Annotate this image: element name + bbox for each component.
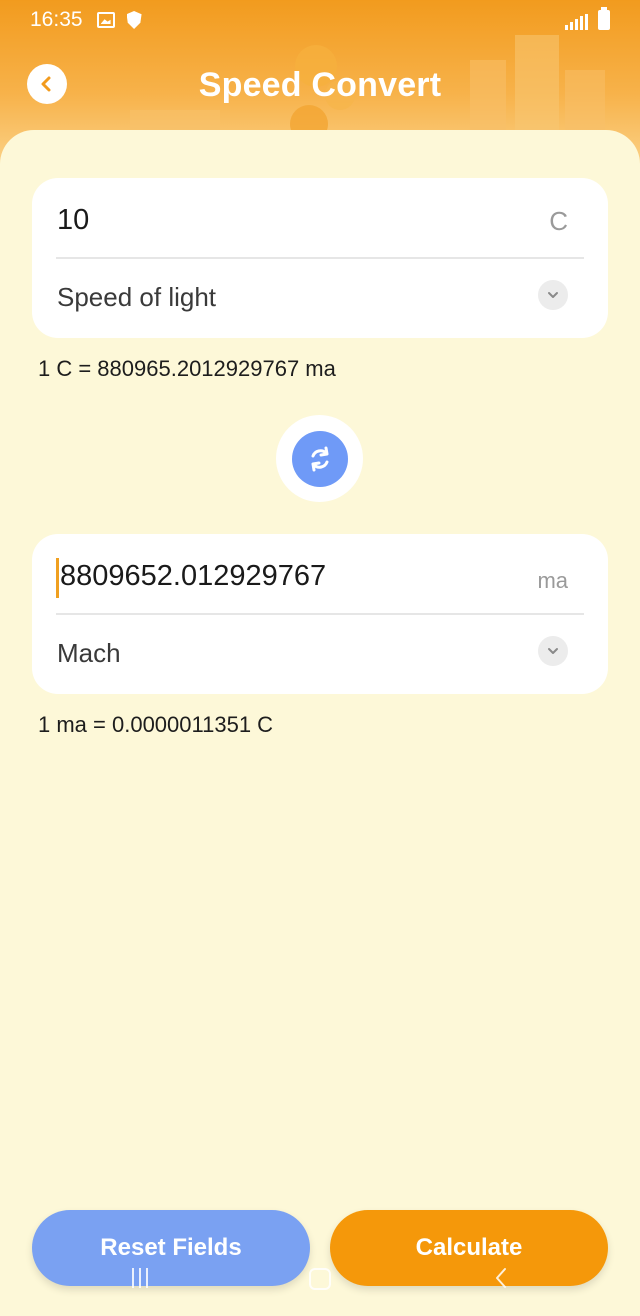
swap-button[interactable]: [276, 415, 363, 502]
shield-icon: [126, 11, 142, 29]
to-conversion-rate: 1 ma = 0.0000011351 C: [38, 712, 274, 737]
calculate-button[interactable]: Calculate: [330, 1210, 608, 1286]
text-cursor: [56, 558, 59, 598]
divider: [56, 257, 584, 259]
page-title: Speed Convert: [198, 66, 442, 104]
chevron-down-icon[interactable]: [538, 636, 568, 666]
reset-fields-button[interactable]: Reset Fields: [32, 1210, 310, 1286]
battery-icon: [598, 7, 610, 30]
signal-icon: [565, 14, 588, 30]
status-time: 16:35: [30, 8, 83, 31]
divider: [56, 613, 584, 615]
status-bar: 16:35: [0, 0, 640, 40]
from-value-input[interactable]: 10: [57, 204, 89, 237]
from-unit-select[interactable]: Speed of light: [57, 282, 216, 313]
to-unit-symbol: ma: [537, 568, 568, 593]
gallery-icon: [96, 12, 115, 28]
from-card: 10 C Speed of light: [32, 178, 608, 338]
swap-icon: [291, 430, 348, 487]
to-value-input[interactable]: 8809652.012929767: [60, 560, 326, 593]
from-conversion-rate: 1 C = 880965.2012929767 ma: [38, 356, 336, 381]
from-unit-symbol: C: [549, 206, 568, 236]
chevron-down-icon[interactable]: [538, 280, 568, 310]
to-card: 8809652.012929767 ma Mach: [32, 534, 608, 694]
to-unit-select[interactable]: Mach: [57, 638, 121, 669]
